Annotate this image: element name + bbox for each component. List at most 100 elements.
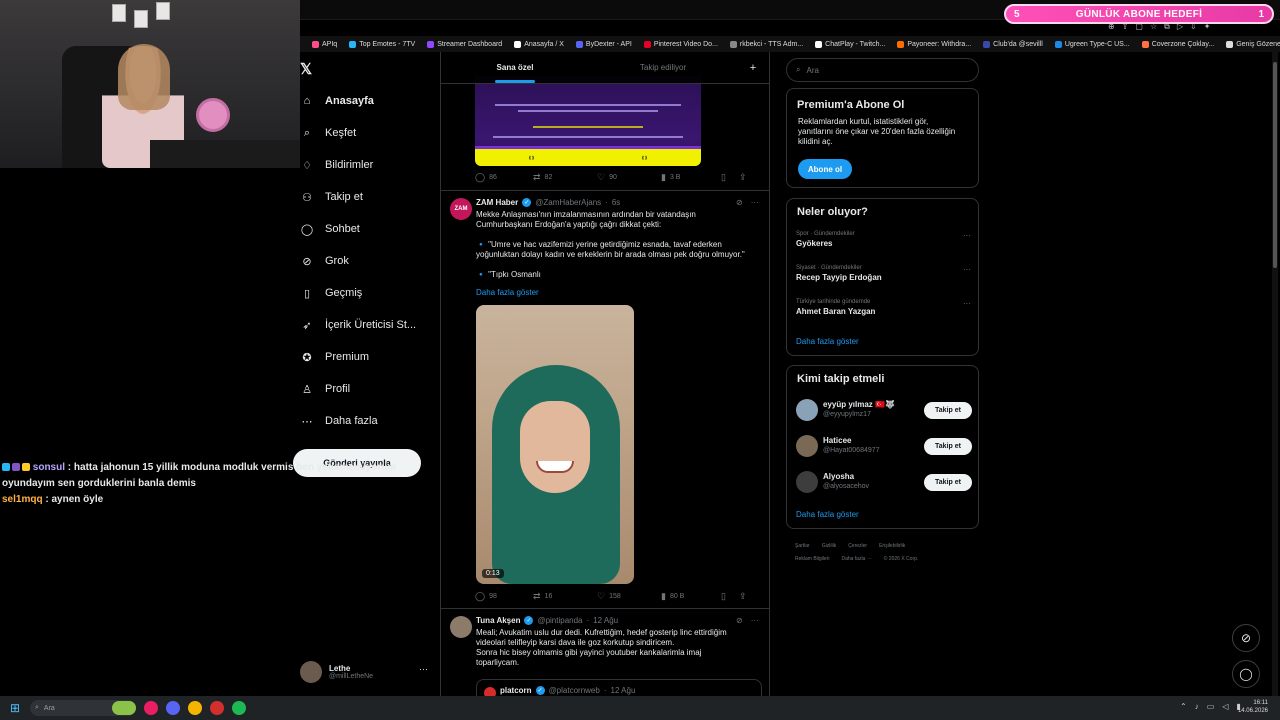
bookmark-item[interactable]: Streamer Dashboard — [427, 40, 502, 48]
nav-item-more[interactable]: ⋯ Daha fazla — [300, 411, 378, 431]
widget-icon[interactable] — [112, 701, 136, 715]
extension-icon[interactable]: ▢ — [1135, 22, 1143, 36]
footer-link[interactable]: Reklam Bilgileri — [795, 556, 829, 562]
bookmark-item[interactable]: Ugreen Type-C US... — [1054, 40, 1130, 48]
more-options-icon[interactable]: ··· — [419, 664, 428, 674]
spotify-icon[interactable] — [232, 701, 246, 715]
bookmark-item[interactable]: Payoneer: Withdra... — [897, 40, 971, 48]
tweet-author-handle[interactable]: @pintipanda — [537, 616, 582, 625]
bookmark-item[interactable]: ByDexter - API — [575, 40, 632, 48]
follow-suggestion[interactable]: Alyosha @alyosacehov Takip et — [796, 470, 972, 494]
more-options-icon[interactable]: ··· — [963, 265, 971, 274]
puzzle-icon[interactable]: ⧉ — [1164, 22, 1170, 36]
mic-icon[interactable]: ♪ — [1195, 702, 1199, 711]
nav-item-profile[interactable]: ♙ Profil — [300, 379, 350, 399]
retweet-button[interactable]: ⇄ 16 — [533, 591, 597, 602]
follow-suggestion[interactable]: Haticee @Hayat00684977 Takip et — [796, 434, 972, 458]
search-input[interactable]: ⌕ Ara — [786, 58, 979, 82]
messages-fab-icon[interactable]: ◯ — [1232, 660, 1260, 688]
chevron-up-icon[interactable]: ⌃ — [1180, 702, 1187, 711]
bookmark-item[interactable]: Anasayfa / X — [514, 40, 564, 48]
trend-item[interactable]: Türkiye tarihinde gündemde Ahmet Baran Ya… — [796, 299, 971, 316]
follow-button[interactable]: Takip et — [924, 438, 972, 455]
tweet-time[interactable]: 12 Ağu — [593, 616, 618, 625]
footer-link[interactable]: Daha fazla ··· — [841, 556, 871, 562]
zoom-icon[interactable]: ⊕ — [1108, 22, 1115, 36]
ai-icon[interactable]: ✦ — [1204, 22, 1211, 36]
play-icon[interactable]: ▷ — [1177, 22, 1183, 36]
bookmark-item[interactable]: Club'da @sevilll — [983, 40, 1043, 48]
star-icon[interactable]: ☆ — [1150, 22, 1157, 36]
grok-icon[interactable]: ⊘ — [736, 616, 743, 625]
windows-start-icon[interactable]: ⊞ — [10, 701, 24, 715]
bookmark-button[interactable]: ▯ — [721, 591, 739, 602]
add-tab-icon[interactable]: + — [737, 52, 769, 83]
x-logo-icon[interactable]: 𝕏 — [300, 60, 312, 78]
bookmark-item[interactable]: ChatPlay - Twitch... — [815, 40, 885, 48]
trend-item[interactable]: Siyaset · Gündemdekiler Recep Tayyip Erdo… — [796, 265, 971, 282]
trend-item[interactable]: Spor · Gündemdekiler Gyökeres ··· — [796, 231, 971, 248]
views-button[interactable]: ▮ 80 B — [661, 591, 721, 602]
avatar[interactable]: ZAM — [450, 198, 472, 220]
nav-item-bookmark[interactable]: ▯ Geçmiş — [300, 283, 362, 303]
bookmark-item[interactable]: APIq — [312, 40, 337, 48]
discord-icon[interactable] — [166, 701, 180, 715]
avatar[interactable] — [450, 616, 472, 638]
download-icon[interactable]: ⇩ — [1190, 22, 1197, 36]
app-icon[interactable] — [210, 701, 224, 715]
bookmark-item[interactable]: Pinterest Video Do... — [643, 40, 718, 48]
nav-item-rocket[interactable]: ➶ İçerik Üreticisi St... — [300, 315, 416, 335]
tweet-author-handle[interactable]: @ZamHaberAjans — [535, 198, 601, 207]
footer-link[interactable]: Şartlar — [795, 543, 810, 549]
share-button[interactable]: ⇪ — [739, 591, 747, 602]
clock[interactable]: 16:11 14.06.2026 — [1238, 699, 1268, 715]
like-button[interactable]: ♡ 90 — [597, 172, 661, 183]
like-button[interactable]: ♡ 158 — [597, 591, 661, 602]
show-more-link[interactable]: Daha fazla göster — [796, 510, 859, 519]
views-button[interactable]: ▮ 3 B — [661, 172, 721, 183]
retweet-button[interactable]: ⇄ 82 — [533, 172, 597, 183]
bookmark-button[interactable]: ▯ — [721, 172, 739, 183]
more-options-icon[interactable]: ··· — [963, 299, 971, 308]
nav-item-grok[interactable]: ⊘ Grok — [300, 251, 348, 271]
subscribe-button[interactable]: Abone ol — [798, 159, 852, 179]
account-switcher[interactable]: Lethe @millLetheNe ··· — [300, 658, 430, 686]
tweet-video[interactable]: 0:13 — [476, 305, 634, 584]
nav-item-bell[interactable]: ♢ Bildirimler — [300, 155, 373, 175]
volume-icon[interactable]: ◁ — [1222, 702, 1228, 711]
follow-button[interactable]: Takip et — [924, 402, 972, 419]
footer-link[interactable]: © 2026 X Corp. — [884, 556, 919, 562]
more-options-icon[interactable]: ··· — [751, 616, 759, 625]
scrollbar-thumb[interactable] — [1273, 62, 1277, 268]
follow-button[interactable]: Takip et — [924, 474, 972, 491]
opera-icon[interactable] — [144, 701, 158, 715]
bookmark-item[interactable]: rkbekci - TTS Adm... — [729, 40, 803, 48]
follow-suggestion[interactable]: eyyüp yılmaz 🇹🇷🐺 @eyyupylmz17 Takip et — [796, 398, 972, 422]
nav-item-person-add[interactable]: ⚇ Takip et — [300, 187, 363, 207]
grok-icon[interactable]: ⊘ — [736, 198, 743, 207]
quoted-tweet[interactable]: platcorn ✓ @platcornweb · 12 Ağu — [476, 679, 762, 696]
footer-link[interactable]: Çerezler — [848, 543, 867, 549]
timeline[interactable]: Sana özel Takip ediliyor + ⟪ ⟫ ⟪ ⟫ ◯ 86 ⇄… — [440, 52, 770, 696]
more-options-icon[interactable]: ··· — [963, 231, 971, 240]
tab-for-you[interactable]: Sana özel — [441, 52, 589, 83]
bookmark-item[interactable]: Coverzone Çoklay... — [1141, 40, 1214, 48]
bookmark-item[interactable]: Geniş Gözenekler... — [1226, 40, 1280, 48]
network-icon[interactable]: ▭ — [1207, 702, 1215, 711]
reply-button[interactable]: ◯ 86 — [475, 172, 533, 183]
tweet-author-name[interactable]: ZAM Haber — [476, 198, 518, 207]
tab-following[interactable]: Takip ediliyor — [589, 52, 737, 83]
share-icon[interactable]: ⇪ — [1122, 22, 1129, 36]
promo-image[interactable]: ⟪ ⟫ ⟪ ⟫ — [475, 76, 701, 166]
nav-item-premium[interactable]: ✪ Premium — [300, 347, 369, 367]
nav-item-search[interactable]: ⌕ Keşfet — [300, 123, 356, 143]
more-options-icon[interactable]: ··· — [751, 198, 759, 207]
footer-link[interactable]: Gizlilik — [822, 543, 836, 549]
chrome-icon[interactable] — [188, 701, 202, 715]
share-button[interactable]: ⇪ — [739, 172, 747, 183]
tweet-author-name[interactable]: Tuna Akşen — [476, 616, 520, 625]
bookmark-item[interactable]: Top Emotes - 7TV — [349, 40, 415, 48]
grok-fab-icon[interactable]: ⊘ — [1232, 624, 1260, 652]
tweet-time[interactable]: 6s — [612, 198, 620, 207]
nav-item-home[interactable]: ⌂ Anasayfa — [300, 91, 374, 111]
